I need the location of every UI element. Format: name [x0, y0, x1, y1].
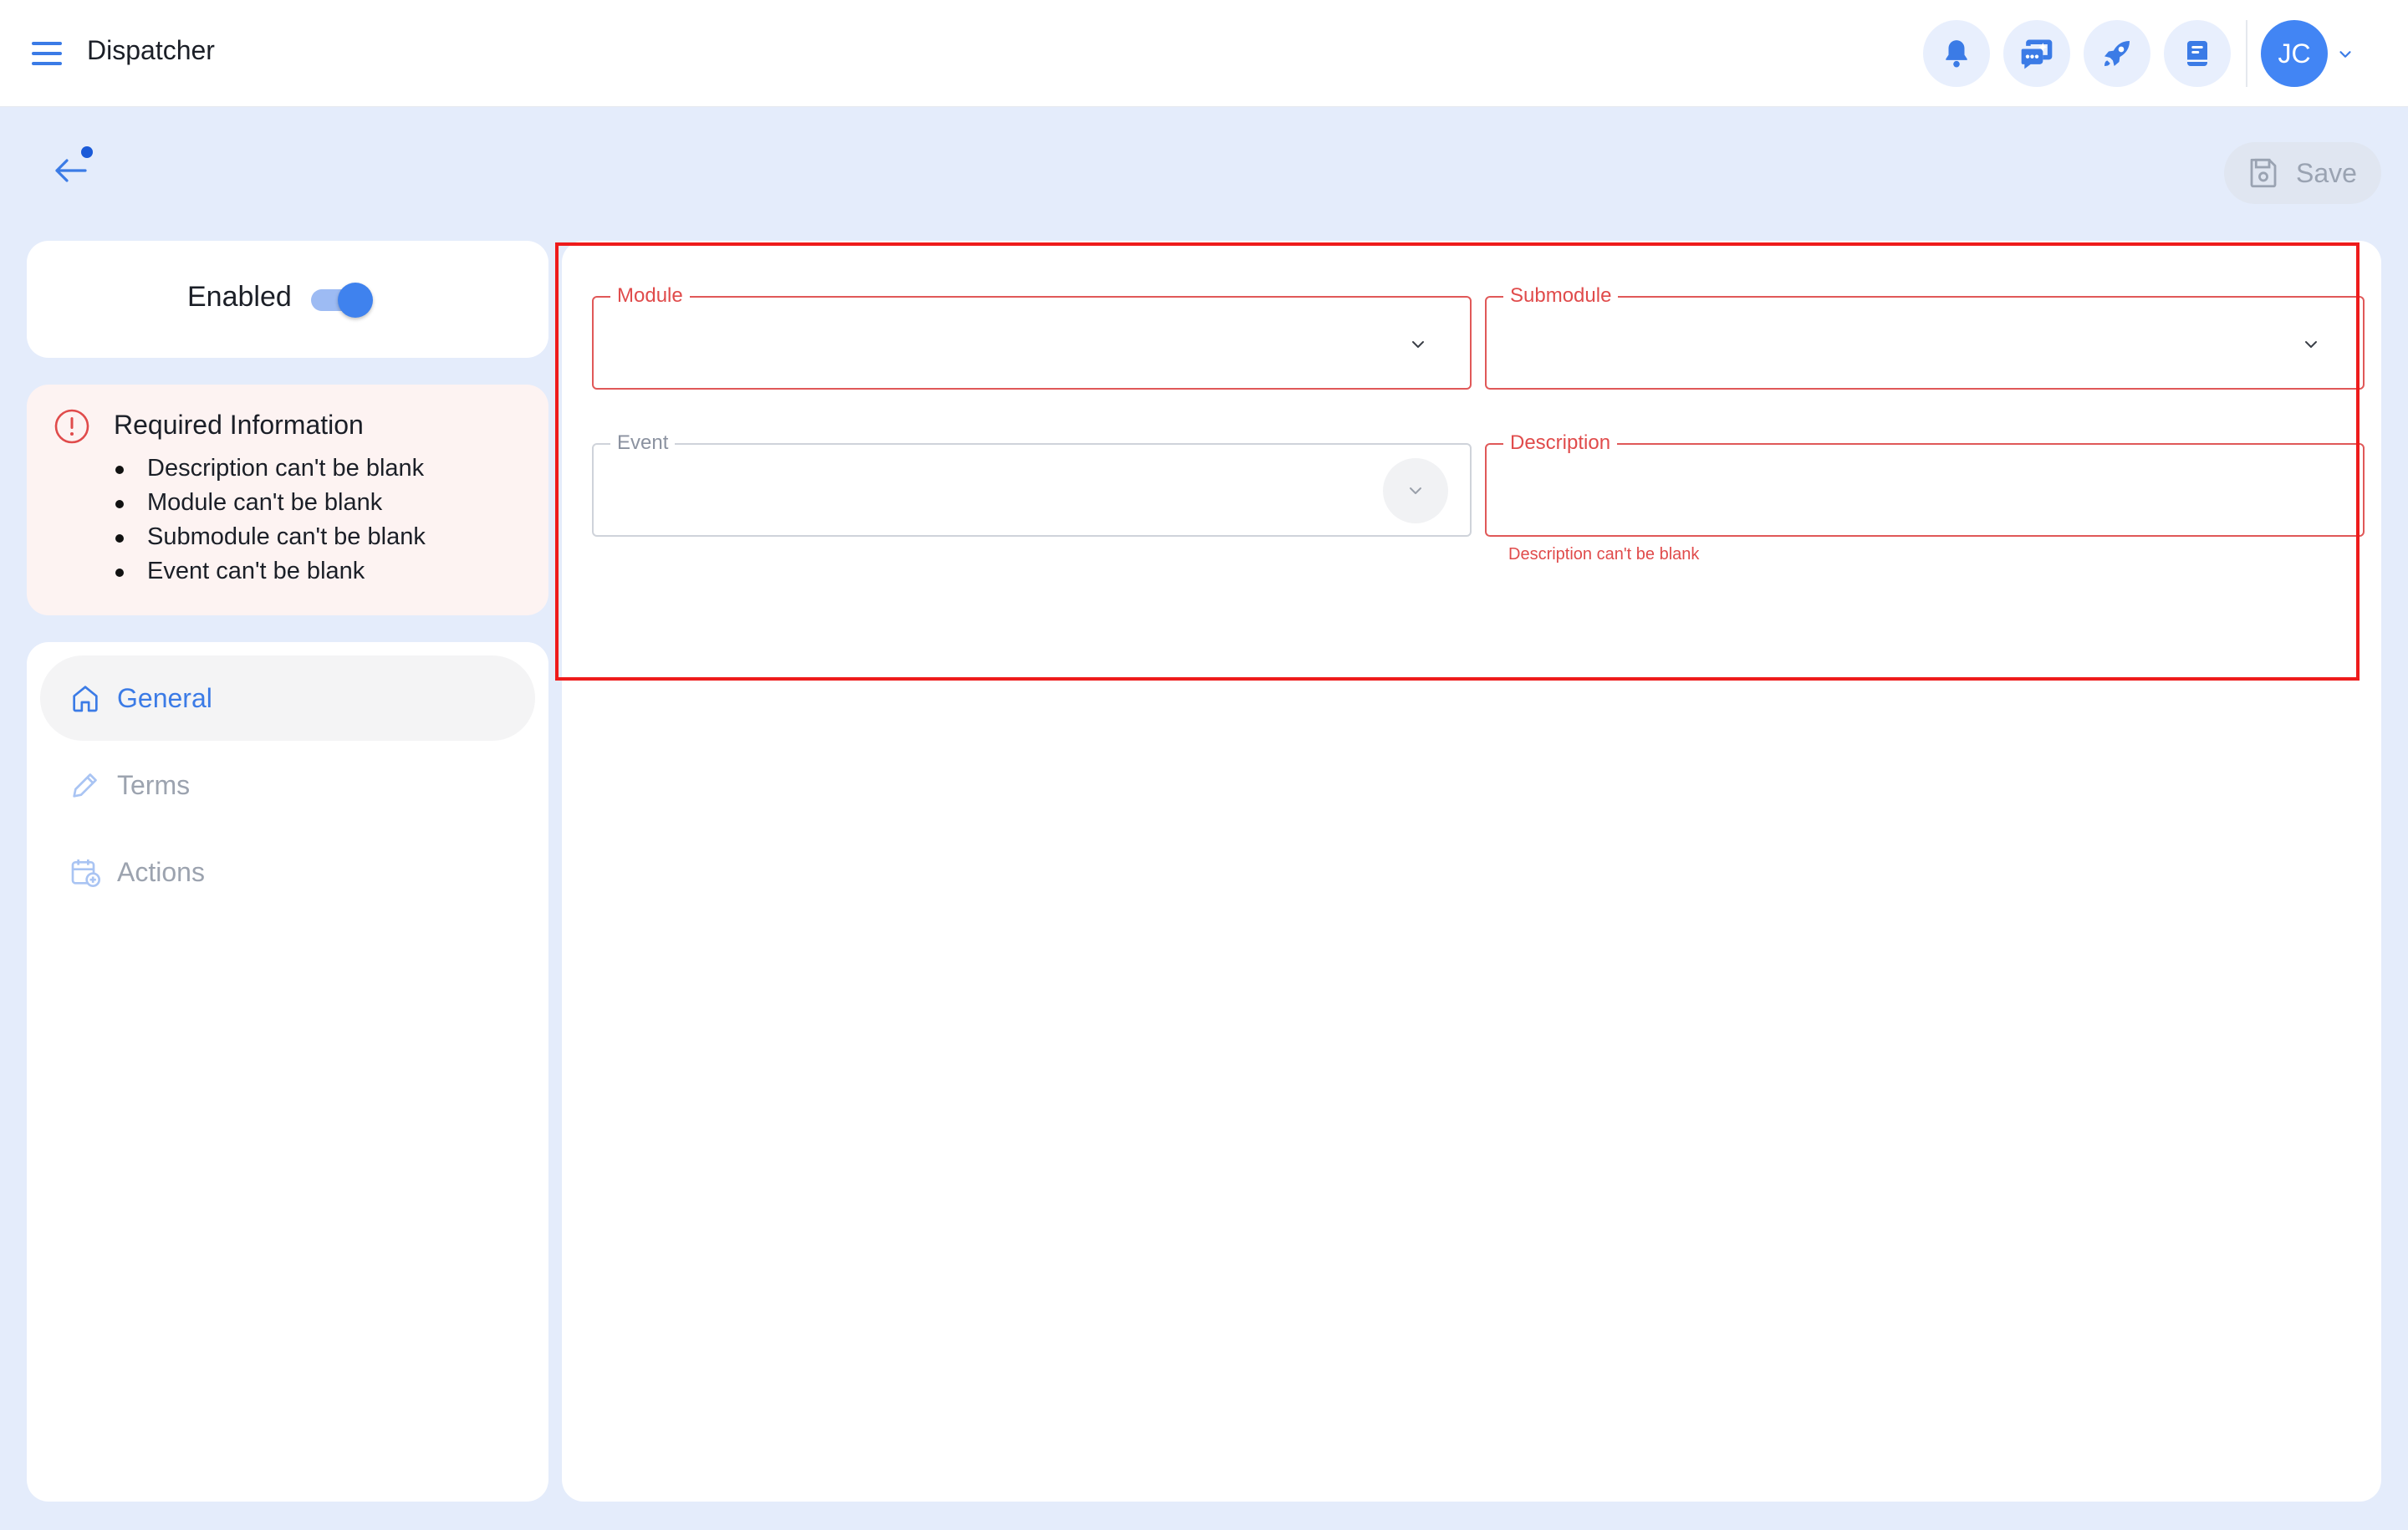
general-form-panel [562, 241, 2381, 1502]
save-label: Save [2296, 157, 2357, 188]
hamburger-menu-icon[interactable] [32, 40, 62, 67]
description-field[interactable]: Description [1485, 431, 2365, 537]
launch-button[interactable] [2084, 20, 2150, 87]
event-select[interactable]: Event [592, 431, 1472, 537]
chevron-down-icon[interactable] [2301, 334, 2321, 354]
event-label: Event [610, 431, 676, 455]
nav-item-general[interactable]: General [40, 655, 535, 741]
chevron-down-icon [1410, 487, 1421, 494]
notebook-icon [2187, 41, 2207, 66]
top-bar: Dispatcher JC [0, 0, 2408, 107]
bell-icon [1946, 40, 1967, 68]
required-information-title: Required Information [114, 410, 364, 440]
app-title: Dispatcher [87, 35, 215, 65]
chat-sparkle-icon [2021, 39, 2053, 69]
required-information-list: Description can't be blank Module can't … [114, 455, 426, 592]
required-information-card: Required Information Description can't b… [27, 385, 548, 615]
docs-button[interactable] [2164, 20, 2231, 87]
chevron-down-icon[interactable] [1408, 334, 1428, 354]
description-error-text: Description can't be blank [1508, 545, 1700, 564]
nav-item-terms[interactable]: Terms [40, 742, 535, 828]
submodule-label: Submodule [1503, 284, 1619, 308]
notifications-button[interactable] [1923, 20, 1990, 87]
alert-circle-icon [54, 409, 89, 444]
nav-item-label: Terms [117, 769, 191, 800]
list-item: Submodule can't be blank [114, 523, 426, 558]
module-select[interactable]: Module [592, 284, 1472, 390]
enabled-toggle[interactable] [311, 283, 375, 318]
toggle-knob [338, 283, 373, 318]
description-label: Description [1503, 431, 1618, 455]
list-item: Event can't be blank [114, 558, 426, 592]
enabled-label: Enabled [187, 281, 292, 313]
list-item: Module can't be blank [114, 489, 426, 523]
chat-button[interactable] [2003, 20, 2070, 87]
nav-item-label: General [117, 682, 212, 713]
save-button[interactable]: Save [2224, 142, 2381, 204]
calendar-plus-icon [71, 859, 100, 887]
pencil-icon [73, 773, 97, 798]
unsaved-indicator-dot [81, 146, 93, 158]
section-nav: General Terms Actions [27, 642, 548, 1502]
module-label: Module [610, 284, 690, 308]
nav-item-actions[interactable]: Actions [40, 829, 535, 915]
list-item: Description can't be blank [114, 455, 426, 489]
event-dropdown-toggle[interactable] [1383, 458, 1448, 523]
floppy-disk-icon [2250, 158, 2277, 188]
header-divider [2246, 20, 2247, 87]
nav-item-label: Actions [117, 856, 205, 887]
chevron-down-icon[interactable] [2336, 45, 2354, 64]
enabled-card: Enabled [27, 241, 548, 358]
home-icon [73, 686, 98, 712]
rocket-icon [2104, 41, 2130, 66]
submodule-select[interactable]: Submodule [1485, 284, 2365, 390]
user-avatar[interactable]: JC [2261, 20, 2328, 87]
